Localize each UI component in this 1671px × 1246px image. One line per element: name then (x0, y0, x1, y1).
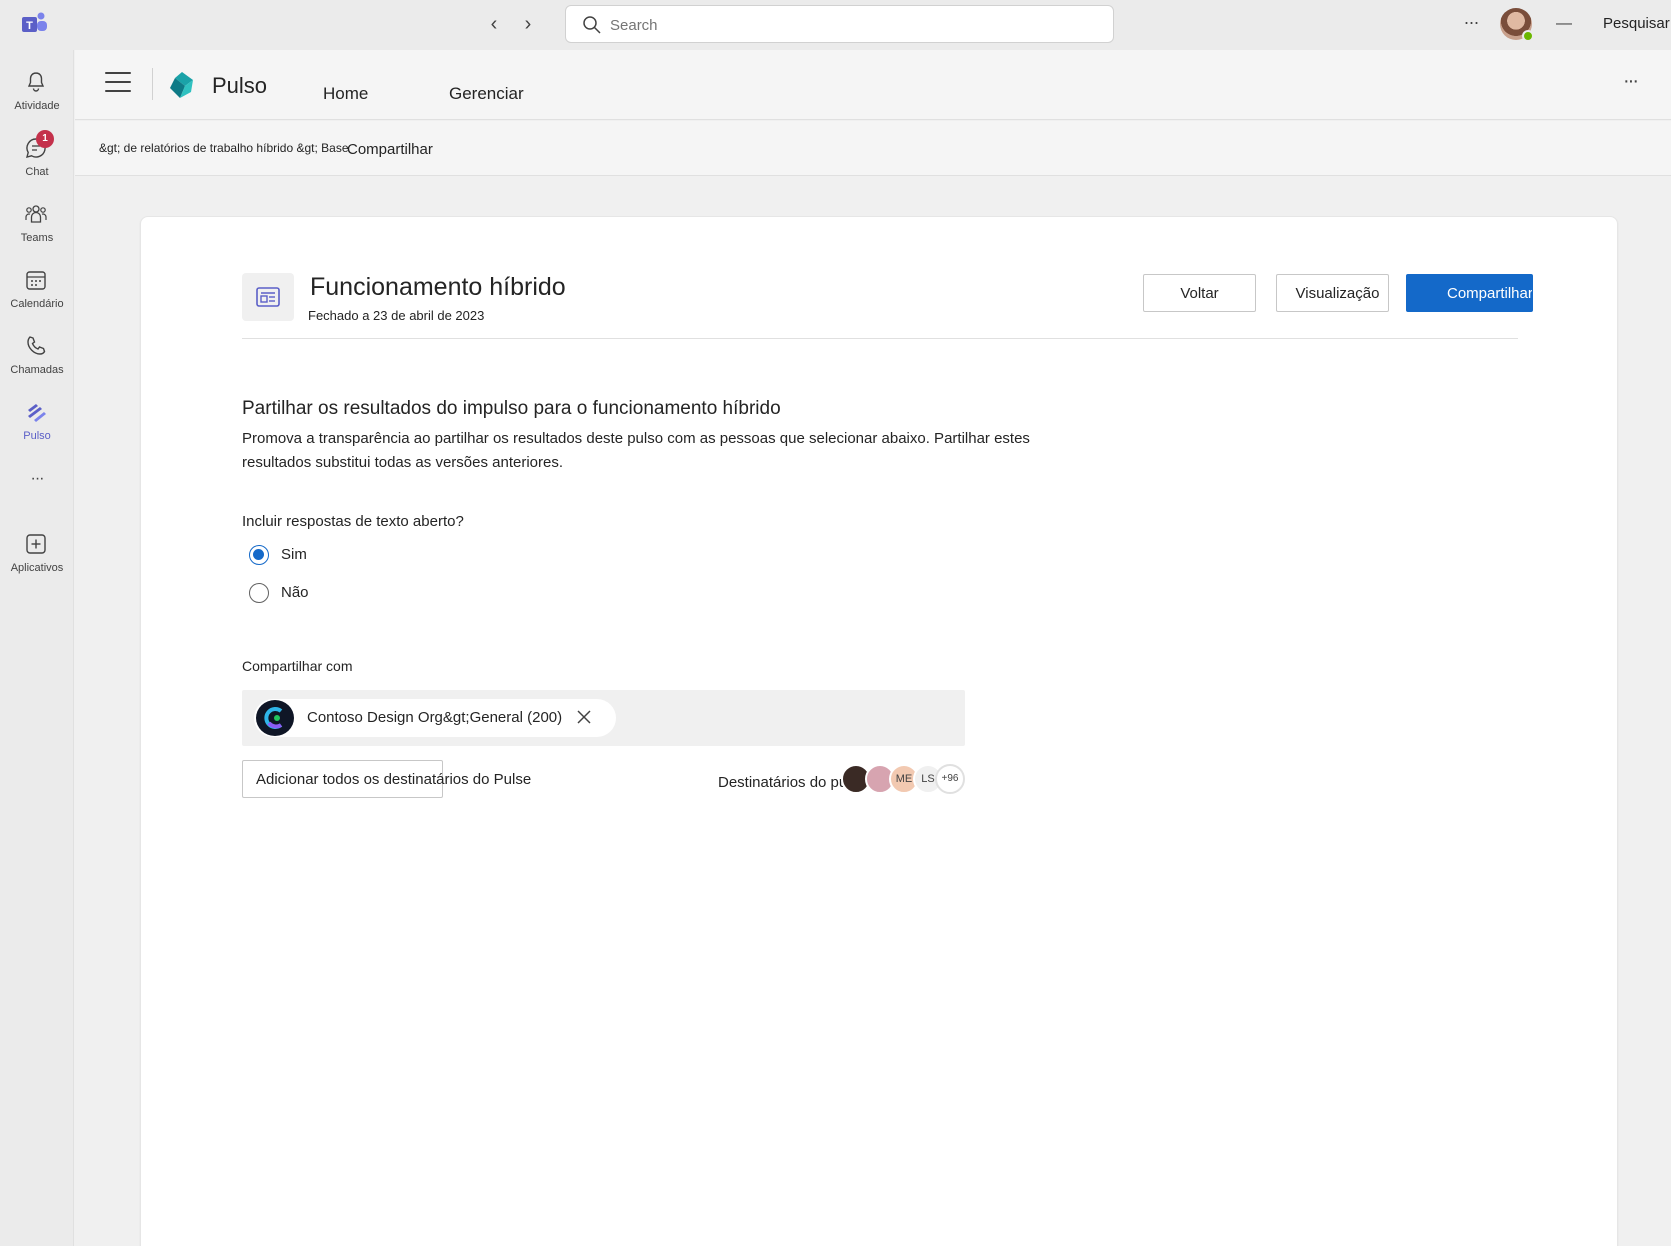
close-icon[interactable] (574, 707, 594, 727)
overflow-count[interactable]: +96 (935, 764, 965, 794)
section-title: Partilhar os resultados do impulso para … (242, 398, 781, 419)
rail-label: Pulso (23, 430, 51, 442)
rail-label: Chat (25, 166, 49, 178)
breadcrumb-bar: &gt; de relatórios de trabalho híbrido &… (75, 121, 1671, 176)
rail-label: Aplicativos (10, 562, 64, 574)
share-card: Funcionamento híbrido Fechado a 23 de ab… (140, 216, 1618, 1246)
contoso-logo-icon (256, 700, 294, 736)
rail-item-teams[interactable]: Teams (0, 196, 74, 256)
add-all-recipients-button[interactable]: Adicionar todos os destinatários do Puls… (242, 760, 531, 798)
minimize-button[interactable]: — (1556, 12, 1574, 36)
pulse-logo-icon (170, 72, 193, 98)
rail-label: Atividade (14, 100, 60, 112)
svg-text:T: T (26, 20, 33, 32)
back-button[interactable]: Voltar (1143, 274, 1256, 312)
rail-item-calendar[interactable]: Calendário (0, 262, 74, 322)
form-icon (256, 287, 280, 307)
window-controls-text[interactable]: Pesquisar (1603, 12, 1671, 36)
forward-arrow-icon[interactable]: › (517, 13, 539, 35)
breadcrumb-current: Compartilhar (347, 141, 433, 158)
app-header: Pulso Home Gerenciar ··· (75, 50, 1671, 120)
radio-option-yes[interactable]: Sim (249, 543, 449, 567)
phone-icon (27, 336, 46, 355)
rail-label: Calendário (10, 298, 64, 310)
chip-label: Contoso Design Org&gt;General (200) (307, 709, 563, 726)
app-name: Pulso (212, 73, 268, 98)
radio-label: Não (281, 584, 309, 601)
hamburger-menu-icon[interactable] (105, 72, 131, 94)
search-box[interactable] (565, 5, 1114, 43)
open-text-question: Incluir respostas de texto aberto? (242, 513, 464, 530)
search-input[interactable] (610, 14, 1090, 36)
more-icon: ··· (30, 470, 45, 487)
settings-more-icon[interactable]: ··· (1459, 10, 1483, 34)
rail-label: Chamadas (10, 364, 64, 376)
preview-button[interactable]: Visualização (1276, 274, 1389, 312)
section-description: Promova a transparência ao partilhar os … (242, 430, 1030, 471)
add-all-label: Adicionar todos os destinatários do Puls… (256, 771, 532, 788)
survey-icon (242, 273, 294, 321)
tab-manage[interactable]: Gerenciar (449, 84, 524, 104)
closed-date: Fechado a 23 de abril de 2023 (308, 308, 485, 323)
rail-item-more[interactable]: ··· (0, 460, 74, 500)
rail-item-calls[interactable]: Chamadas (0, 328, 74, 388)
unread-badge: 1 (36, 130, 54, 148)
rail-item-pulse[interactable]: Pulso (0, 394, 74, 454)
calendar-icon (26, 271, 46, 290)
page-title: Funcionamento híbrido (310, 273, 566, 301)
rail-item-apps[interactable]: Aplicativos (0, 526, 74, 586)
presence-available-icon (1522, 30, 1534, 42)
recipient-chip[interactable]: Contoso Design Org&gt;General (200) (254, 699, 616, 737)
teams-icon (25, 205, 47, 223)
rail-item-chat[interactable]: 1 Chat (0, 130, 74, 190)
radio-button[interactable] (249, 583, 269, 603)
share-with-label: Compartilhar com (242, 658, 353, 674)
people-picker[interactable]: Contoso Design Org&gt;General (200) (242, 690, 965, 746)
radio-label: Sim (281, 546, 307, 563)
tab-home[interactable]: Home (323, 84, 368, 104)
add-apps-icon (26, 534, 46, 554)
back-arrow-icon[interactable]: ‹ (483, 13, 505, 35)
pulse-icon (28, 404, 46, 422)
more-options-icon[interactable]: ··· (1615, 71, 1645, 94)
rail-label: Teams (20, 232, 54, 244)
radio-option-no[interactable]: Não (249, 581, 449, 605)
breadcrumb[interactable]: &gt; de relatórios de trabalho híbrido &… (99, 141, 349, 155)
rail-item-activity[interactable]: Atividade (0, 64, 74, 124)
share-button[interactable]: Compartilhar (1406, 274, 1533, 312)
app-rail: Atividade 1 Chat Teams Calendário Chamad… (0, 50, 74, 1246)
radio-button-checked[interactable] (249, 545, 269, 565)
recipient-avatars[interactable]: ME LS +96 (841, 764, 965, 794)
title-bar: T ‹ › ··· — Pesquisar (0, 0, 1671, 50)
teams-logo-icon[interactable]: T (22, 12, 48, 36)
user-avatar[interactable] (1500, 8, 1534, 42)
divider (242, 338, 1518, 339)
bell-icon (27, 72, 45, 92)
search-icon (583, 16, 601, 34)
header-divider (152, 68, 153, 100)
